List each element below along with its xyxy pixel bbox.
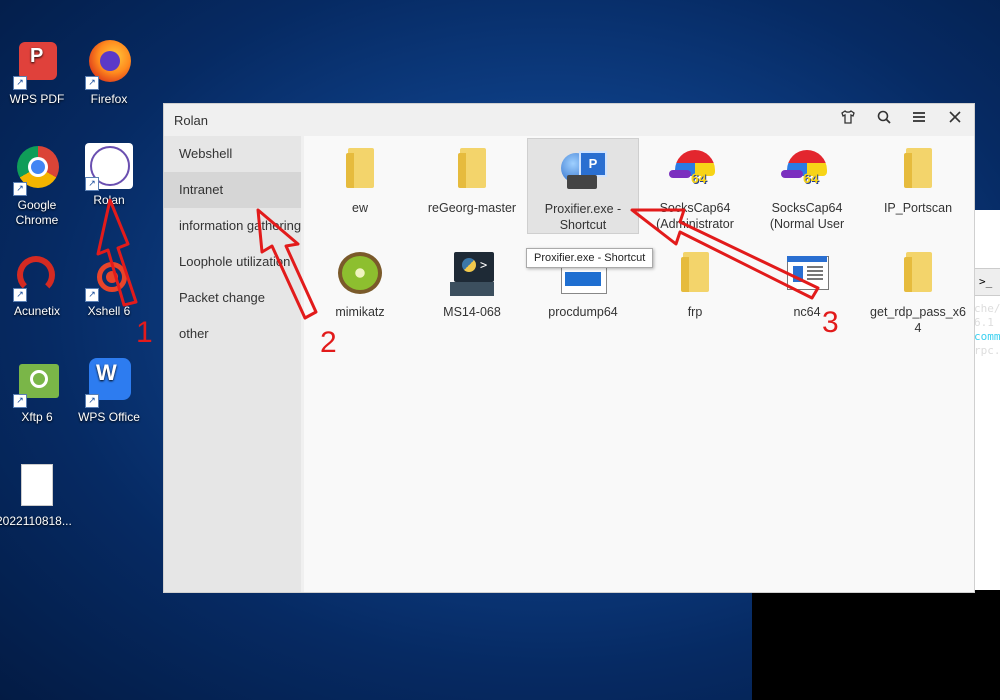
desktop-icon-label: Google Chrome [15,198,59,227]
kiwi-icon [338,252,382,296]
launcher-grid: ew reGeorg-master P Proxifier.exe - Shor… [304,136,974,592]
desktop-icon-xftp[interactable]: ↗ Xftp 6 [0,358,74,425]
tile-label: MS14-068 [443,305,501,319]
tile-frp[interactable]: frp [639,242,751,338]
desktop-icon-label: WPS PDF [9,92,65,106]
title-bar[interactable]: Rolan [164,104,974,136]
wps-pdf-icon: P ↗ [13,40,61,90]
tile-nc64[interactable]: nc64 [751,242,863,338]
desktop-icon-rolan[interactable]: ↗ Rolan [72,143,146,208]
tile-regeorg-master[interactable]: reGeorg-master [416,138,528,234]
menu-icon[interactable] [905,108,933,134]
sockscap-icon: 64 [669,148,717,192]
shirt-icon[interactable] [834,108,862,134]
desktop-icon-xshell[interactable]: ↗ Xshell 6 [72,252,146,319]
desktop-icon-acunetix[interactable]: ↗ Acunetix [0,252,74,319]
xshell-icon: ↗ [85,252,133,302]
folder-icon [896,252,940,296]
sidebar-item-information-gathering[interactable]: information gathering [164,208,301,244]
tile-mimikatz[interactable]: mimikatz [304,242,416,338]
sidebar: Webshell Intranet information gathering … [164,136,301,592]
tile-label: IP_Portscan [883,201,953,215]
wps-office-icon: W ↗ [85,358,133,408]
tile-get-rdp-pass[interactable]: get_rdp_pass_x64 [862,242,974,338]
desktop-icon-label: Xshell 6 [87,304,131,318]
tile-label: ew [352,201,368,215]
tooltip: Proxifier.exe - Shortcut [526,248,654,268]
acunetix-icon: ↗ [13,252,61,302]
desktop-icon-file[interactable]: 2022110818... [0,462,72,529]
folder-icon [673,252,717,296]
annotation-label-1: 1 [136,316,153,349]
close-icon[interactable] [941,108,969,134]
desktop-icon-wps-pdf[interactable]: P ↗ WPS PDF [0,40,74,107]
desktop-icon-wps-office[interactable]: W ↗ WPS Office [72,358,146,425]
rolan-icon: ↗ [85,143,133,191]
rolan-window: Rolan Webshell Intranet information gath… [163,103,975,593]
folder-icon [450,148,494,192]
desktop-icon-label: WPS Office [78,410,140,424]
desktop-icon-label: 2022110818... [0,514,72,528]
tile-label: nc64 [793,305,821,319]
desktop-icon-label: Rolan [93,193,125,207]
folder-icon [896,148,940,192]
tile-ms14-068[interactable]: > MS14-068 [416,242,528,338]
tile-sockscap64-normal[interactable]: 64 SocksCap64 (Normal User [751,138,863,234]
desktop-icon-label: Firefox [90,92,128,106]
sidebar-item-other[interactable]: other [164,316,301,352]
sidebar-item-intranet[interactable]: Intranet [164,172,301,208]
window-app-icon [785,252,829,296]
terminal-line: che/ [974,302,1000,315]
sockscap-icon: 64 [781,148,829,192]
python-console-icon: > [450,252,494,296]
tile-label: SocksCap64 (Administrator [656,201,734,231]
folder-icon [338,148,382,192]
document-icon [9,462,57,510]
window-title: Rolan [174,113,208,128]
terminal-output: che/ 6.1 comm rpc. [974,302,1000,358]
tile-ew[interactable]: ew [304,138,416,234]
annotation-label-2: 2 [320,326,337,359]
terminal-line: 6.1 [974,316,994,329]
tile-label: Proxifier.exe - Shortcut [544,202,622,232]
firefox-icon: ↗ [85,40,133,90]
sidebar-item-loophole-utilization[interactable]: Loophole utilization [164,244,301,280]
tile-label: reGeorg-master [427,201,517,215]
tile-label: mimikatz [335,305,385,319]
tile-label: frp [687,305,703,319]
chrome-icon: ↗ [13,146,61,196]
desktop-icon-label: Acunetix [13,304,61,318]
desktop-icon-label: Xftp 6 [21,410,53,424]
tile-sockscap64-admin[interactable]: 64 SocksCap64 (Administrator [639,138,751,234]
tile-label: get_rdp_pass_x64 [870,305,966,335]
tile-ip-portscan[interactable]: IP_Portscan [862,138,974,234]
sidebar-item-webshell[interactable]: Webshell [164,136,301,172]
tile-proxifier[interactable]: P Proxifier.exe - Shortcut [527,138,639,234]
xftp-icon: ↗ [13,358,61,408]
tile-label: procdump64 [548,305,618,319]
desktop-icon-chrome[interactable]: ↗ Google Chrome [0,146,74,228]
annotation-label-3: 3 [822,306,839,339]
desktop-icon-firefox[interactable]: ↗ Firefox [72,40,146,107]
proxifier-icon: P [561,149,607,193]
search-icon[interactable] [870,108,898,134]
terminal-line: comm [974,330,1000,343]
sidebar-item-packet-change[interactable]: Packet change [164,280,301,316]
terminal-line: rpc. [974,344,1000,357]
tile-label: SocksCap64 (Normal User [769,201,845,231]
